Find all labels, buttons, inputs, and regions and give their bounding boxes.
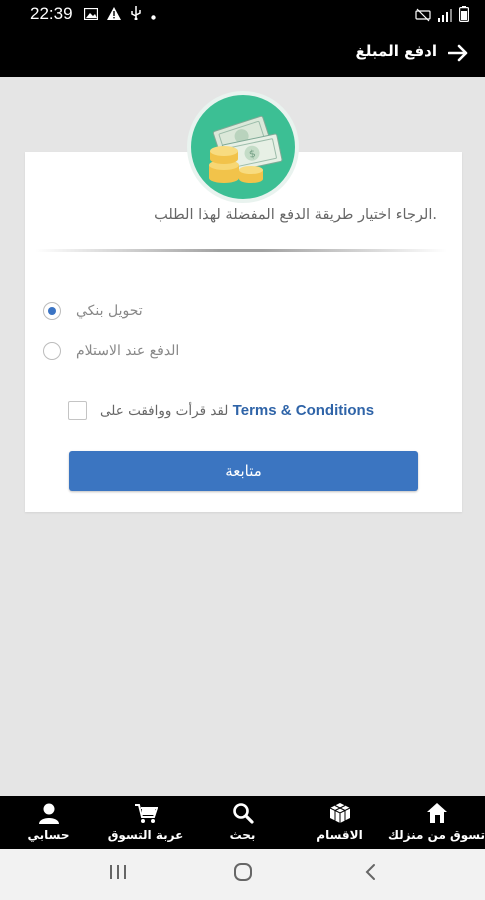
nav-label-account: حسابي — [27, 828, 70, 842]
nav-item-categories[interactable]: الاقسام — [291, 796, 388, 849]
search-icon — [232, 802, 254, 824]
home-circle-icon — [234, 863, 252, 881]
payment-option-cash-on-delivery[interactable]: الدفع عند الاستلام — [43, 340, 179, 362]
system-nav-bar — [0, 849, 485, 900]
cash-on-delivery-radio[interactable] — [43, 342, 61, 360]
status-time: 22:39 — [30, 4, 73, 23]
home-icon — [426, 802, 448, 824]
nav-label-home: تسوق من منزلك — [388, 828, 485, 842]
bank-transfer-label: تحويل بنكي — [76, 303, 143, 319]
nav-label-categories: الاقسام — [316, 828, 363, 842]
usb-icon — [130, 5, 142, 24]
arrow-right-icon — [448, 44, 468, 62]
payment-option-bank-transfer[interactable]: تحويل بنكي — [43, 300, 143, 322]
warning-icon — [107, 5, 121, 24]
dot-icon — [151, 5, 156, 24]
recent-apps-icon — [110, 865, 126, 879]
payment-instruction: .الرجاء اختيار طريقة الدفع المفضلة لهذا … — [154, 207, 437, 223]
nav-item-home[interactable]: تسوق من منزلك — [388, 796, 485, 849]
continue-button[interactable]: متابعة — [69, 451, 418, 491]
terms-text: Terms & Conditions لقد قرأت ووافقت على — [100, 402, 374, 419]
gallery-icon — [83, 5, 99, 24]
cart-icon — [134, 802, 158, 824]
nav-label-search: بحث — [229, 828, 256, 842]
terms-row: Terms & Conditions لقد قرأت ووافقت على — [68, 399, 374, 421]
nav-item-search[interactable]: بحث — [194, 796, 291, 849]
bottom-nav: حسابي عربة التسوق بحث الاقسام تسوق من من… — [0, 796, 485, 849]
nav-item-account[interactable]: حسابي — [0, 796, 97, 849]
divider — [35, 249, 447, 252]
battery-icon — [459, 6, 470, 26]
terms-prefix: لقد قرأت ووافقت على — [100, 402, 229, 419]
payment-card: .الرجاء اختيار طريقة الدفع المفضلة لهذا … — [25, 152, 462, 512]
signal-icon — [437, 7, 453, 26]
back-button[interactable] — [445, 40, 471, 66]
grid-icon — [329, 802, 351, 824]
app-bar: ادفع المبلغ — [0, 30, 485, 77]
terms-link[interactable]: Terms & Conditions — [233, 402, 374, 419]
terms-checkbox[interactable] — [68, 400, 87, 420]
system-back-button[interactable] — [361, 863, 381, 881]
status-bar: 22:39 — [0, 0, 485, 30]
chevron-left-icon — [365, 864, 375, 880]
person-icon — [38, 802, 60, 824]
recent-apps-button[interactable] — [108, 863, 128, 881]
nav-label-cart: عربة التسوق — [107, 828, 184, 842]
page-title: ادفع المبلغ — [355, 42, 437, 60]
cash-on-delivery-label: الدفع عند الاستلام — [76, 343, 180, 359]
money-icon: $ — [209, 115, 283, 183]
mute-icon — [415, 7, 431, 26]
bank-transfer-radio[interactable] — [43, 302, 61, 320]
home-button[interactable] — [233, 863, 253, 881]
payment-illustration: $ — [187, 91, 299, 203]
nav-item-cart[interactable]: عربة التسوق — [97, 796, 194, 849]
